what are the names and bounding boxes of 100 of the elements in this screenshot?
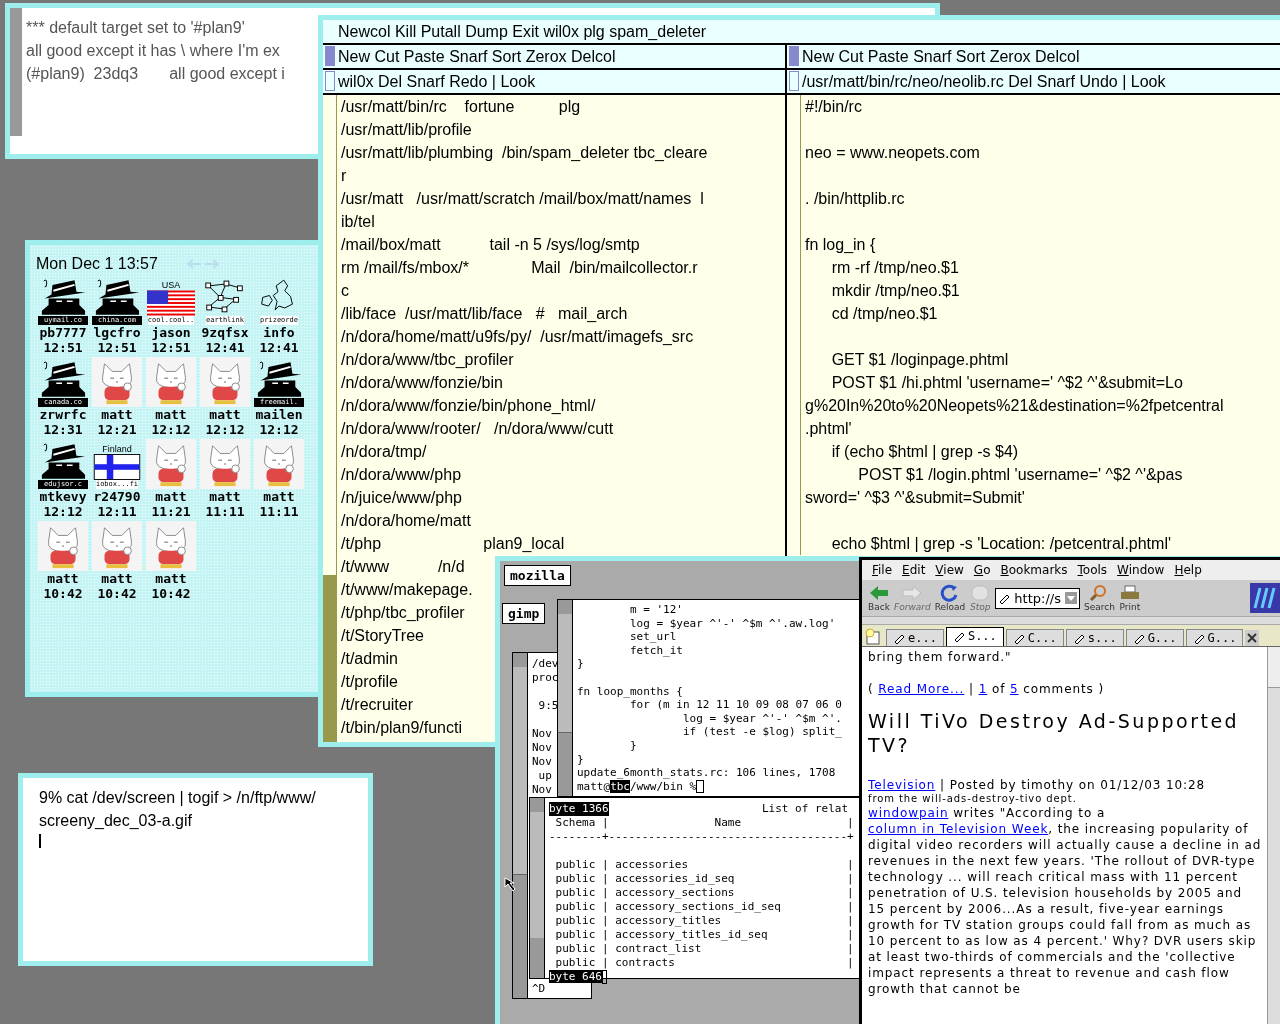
menu-item[interactable]: File [872,563,893,577]
iconified-window-button[interactable]: gimp [502,603,546,624]
text-line: if (echo $html | grep -s $4) [830,442,1019,462]
url-field[interactable]: http://s [995,587,1080,609]
sender-name[interactable]: matt [101,571,133,586]
text-line: /n/dora/www/php [341,465,462,485]
menu-item[interactable]: Window [1117,563,1165,577]
iconified-window-button[interactable]: mozilla [504,565,571,586]
browser-tab[interactable]: S... [945,627,1004,646]
article-title: Will TiVo Destroy Ad-Supported TV? [868,709,1241,757]
sender-name[interactable]: matt [155,489,187,504]
toolbar-button[interactable]: Back [868,584,890,612]
toolbar-button[interactable]: Print [1118,584,1141,612]
menu-item[interactable]: Help [1174,563,1202,577]
mail-time: 10:42 [151,586,191,601]
text-line: /usr/matt/bin/rc fortune plg [341,97,581,117]
code-line: if (test -e $log) split_ [681,725,842,739]
sender-name[interactable]: matt [155,407,187,422]
column-handle[interactable] [789,46,799,66]
terminal-line: Nov [532,741,552,755]
menu-item[interactable]: Edit [902,563,926,577]
sender-name[interactable]: matt [155,571,187,586]
text-line: /usr/matt /usr/matt/scratch /mail/box/matt/names l [341,189,704,209]
link[interactable]: column in Television Week [868,822,1049,836]
link[interactable]: 1 [978,682,988,696]
mail-time: 12:31 [43,422,83,437]
sender-name[interactable]: pb7777 [39,325,87,340]
table-line: public | contract_list | [554,942,854,956]
table-line: public | accessory_titles_id_seq | [554,928,854,942]
column-handle[interactable] [325,46,335,66]
sender-name[interactable]: matt [263,489,295,504]
mail-time: 12:51 [151,340,191,355]
browser-tab[interactable]: e... [886,629,944,646]
code-line: update_6month_stats.rc: 106 lines, 1708 [577,766,836,780]
browser-tab[interactable]: s... [1065,629,1124,646]
pencil-icon [1012,632,1025,644]
code-line: m = '12' [629,603,683,617]
code-line: set_url [629,630,677,644]
menu-item[interactable]: Tools [1077,563,1108,577]
text-line: neo = www.neopets.com [805,143,980,163]
code-line: } [629,738,637,753]
sender-name[interactable]: info [263,325,295,340]
pencil-icon [1192,632,1205,644]
link[interactable]: Television [868,778,936,792]
acme-tag[interactable]: Newcol Kill Putall Dump Exit wil0x plg spam_deleter [323,20,1280,45]
department-line: from the will-ads-destroy-tivo dept. [868,793,1078,805]
text-line: /n/dora/tmp/ [341,442,427,462]
chat-line: *** default target set to '#plan9' [26,18,246,38]
sender-name[interactable]: matt [101,407,133,422]
scroll-bar[interactable] [1267,647,1280,1024]
scroll-bar[interactable] [787,95,801,555]
terminal-line: /dev [532,657,559,671]
text-line: . /bin/httplib.rc [805,189,905,209]
text-line: /t/admin [341,649,398,669]
sender-name[interactable]: zrwrfc [39,407,87,422]
text-line: POST $1 /login.phtml 'username=' ^$2 ^'&pas [857,465,1183,485]
text-line: sword=' ^$3 ^'&submit=Submit' [805,488,1025,508]
country-label: Finland [102,444,132,454]
text-line: POST $1 /hi.phtml 'username=' ^$2 ^'&submit=Lo [830,373,1183,393]
scroll-bar[interactable] [558,600,573,796]
browser-tab[interactable]: C... [1005,629,1064,646]
sender-name[interactable]: matt [209,489,241,504]
chat-line: all good except it has \ where I'm ex [26,41,281,61]
finnish-flag-icon [93,454,141,480]
toolbar-button[interactable]: Reload [934,584,966,612]
sender-name[interactable]: matt [47,571,79,586]
sender-name[interactable]: jason [151,325,191,340]
text-line: /t/www /n/d [341,557,465,577]
scroll-bar[interactable] [530,798,545,978]
browser-tab[interactable]: G... [1185,629,1244,646]
sender-name[interactable]: r24790 [93,489,141,504]
sender-name[interactable]: matt [209,407,241,422]
sender-name[interactable]: mtkevy [39,489,87,504]
sender-name[interactable]: 9zqfsx [201,325,249,340]
menu-item[interactable]: Bookmarks [1000,563,1068,577]
scroll-bar[interactable] [10,8,22,154]
sender-name[interactable]: mailen [255,407,303,422]
mail-time: 12:21 [97,422,137,437]
mail-time: 11:11 [259,504,299,519]
window-handle[interactable] [325,71,335,91]
menu-item[interactable]: View [935,563,964,577]
scroll-bar[interactable] [323,95,337,742]
mail-time: 11:21 [151,504,191,519]
sender-name[interactable]: lgcfro [93,325,141,340]
window-handle[interactable] [789,71,799,91]
close-tab-icon[interactable] [1245,630,1260,646]
toolbar-button[interactable]: Search [1083,584,1115,612]
country-label: USA [161,280,181,290]
browser-tab[interactable]: G... [1125,629,1184,646]
text-line: GET $1 /loginpage.phtml [830,350,1009,370]
text-line: echo $html | grep -s 'Location: /petcentral.phtml' [830,534,1171,554]
text-line: /n/dora/www/fonzie/bin [341,373,503,393]
link[interactable]: Read More... [878,682,965,696]
link[interactable]: 5 [1010,682,1019,696]
menu-item[interactable]: Go [973,563,991,577]
text-line: /n/juice/www/php [341,488,462,508]
link[interactable]: windowpain [868,806,949,820]
mail-time: 12:12 [43,504,83,519]
dropdown-icon[interactable] [1064,592,1077,604]
scroll-bar[interactable] [513,653,528,998]
